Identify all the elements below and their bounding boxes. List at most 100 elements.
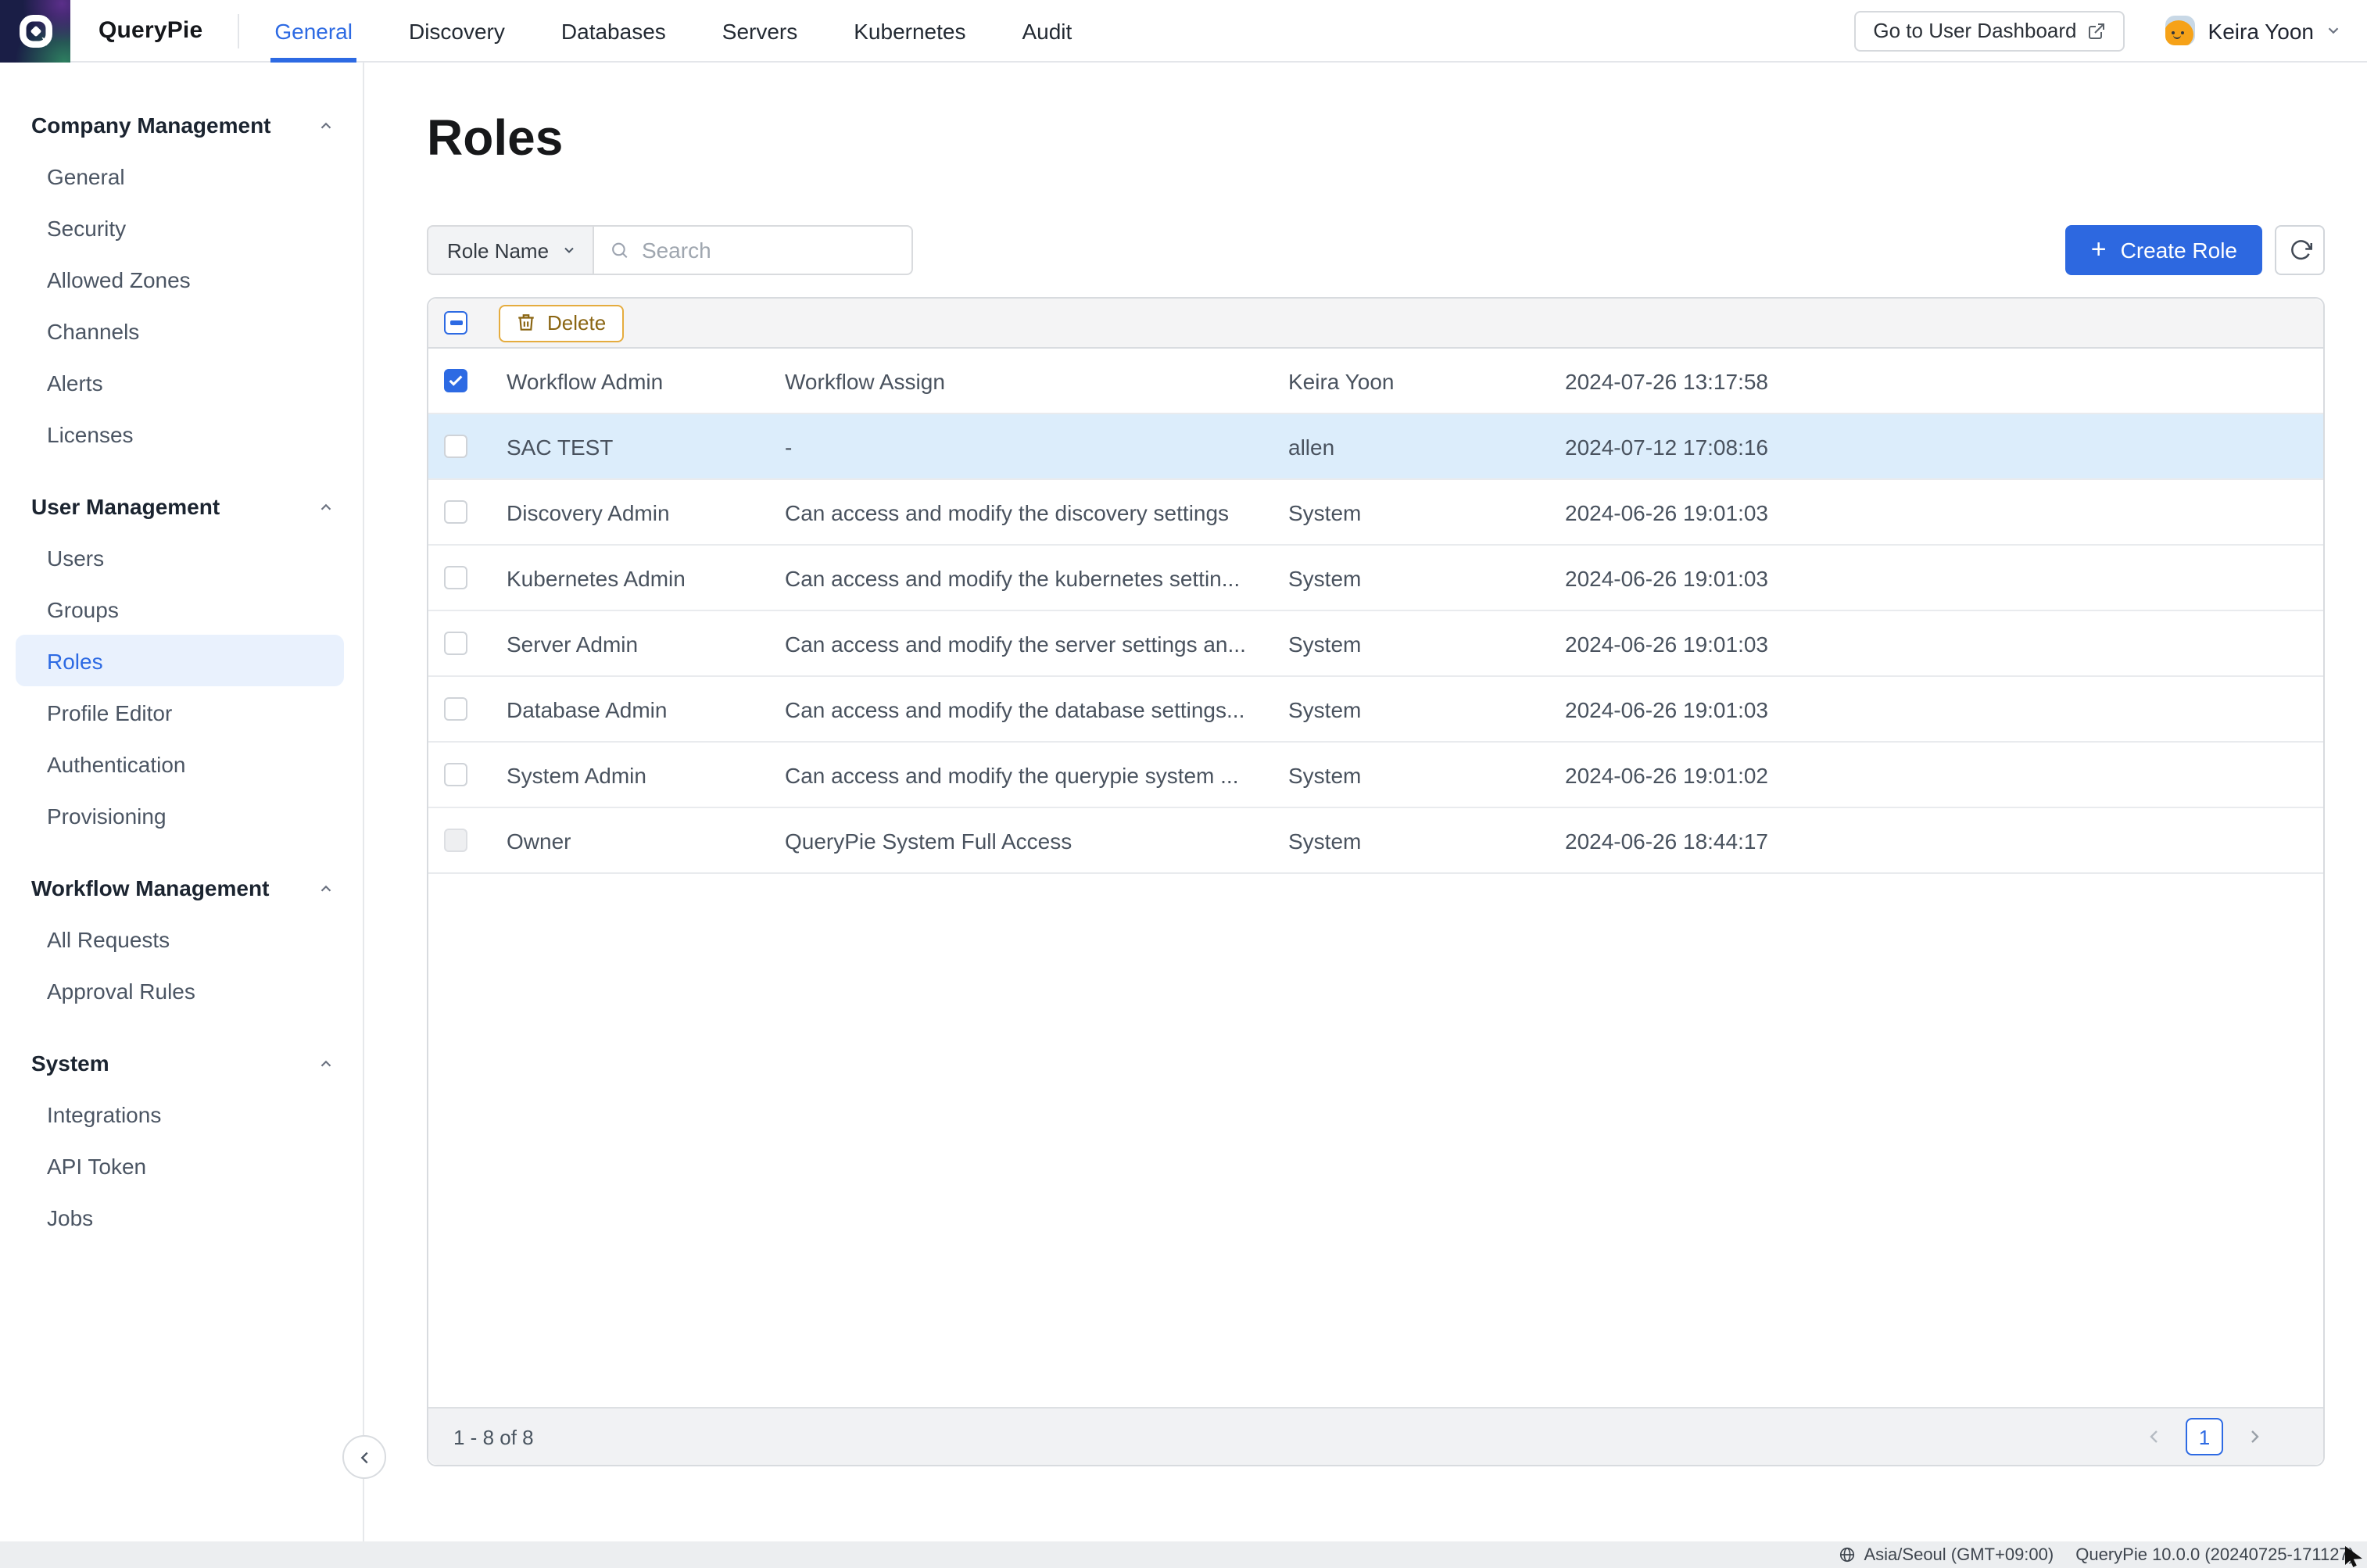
sidebar-item-groups[interactable]: Groups bbox=[0, 583, 363, 635]
select-all-checkbox[interactable] bbox=[444, 311, 467, 335]
go-to-user-dashboard-label: Go to User Dashboard bbox=[1873, 19, 2076, 42]
table-row[interactable]: OwnerQueryPie System Full AccessSystem20… bbox=[428, 808, 2323, 874]
tab-databases[interactable]: Databases bbox=[560, 0, 668, 62]
row-checkbox[interactable] bbox=[444, 697, 467, 721]
table-row[interactable]: Database AdminCan access and modify the … bbox=[428, 677, 2323, 743]
table-row[interactable]: SAC TEST-allen2024-07-12 17:08:16 bbox=[428, 414, 2323, 480]
sidebar-item-users[interactable]: Users bbox=[0, 532, 363, 583]
sidebar-section-title: Workflow Management bbox=[31, 875, 269, 900]
delete-button[interactable]: Delete bbox=[499, 304, 623, 342]
top-navigation: QueryPie General Discovery Databases Server… bbox=[0, 0, 2367, 63]
chevron-down-icon bbox=[561, 242, 577, 258]
sidebar: Company ManagementGeneralSecurityAllowed… bbox=[0, 63, 364, 1541]
sidebar-item-general[interactable]: General bbox=[0, 150, 363, 202]
search-input[interactable] bbox=[642, 238, 896, 263]
querypie-logo[interactable] bbox=[0, 0, 70, 62]
next-page-button[interactable] bbox=[2245, 1427, 2264, 1446]
row-checkbox-cell bbox=[428, 435, 507, 458]
sidebar-item-allowed-zones[interactable]: Allowed Zones bbox=[0, 253, 363, 305]
sidebar-section: Workflow Management All RequestsApproval … bbox=[0, 863, 363, 1016]
go-to-user-dashboard-button[interactable]: Go to User Dashboard bbox=[1854, 10, 2125, 51]
row-checkbox-cell bbox=[428, 566, 507, 589]
table-row[interactable]: Server AdminCan access and modify the se… bbox=[428, 611, 2323, 677]
sidebar-item-api-token[interactable]: API Token bbox=[0, 1140, 363, 1191]
product-tabs: General Discovery Databases Servers Kubernet… bbox=[273, 0, 1126, 62]
role-name: Owner bbox=[507, 828, 785, 853]
sidebar-item-provisioning[interactable]: Provisioning bbox=[0, 789, 363, 841]
sidebar-item-licenses[interactable]: Licenses bbox=[0, 408, 363, 460]
page-footer: Asia/Seoul (GMT+09:00) QueryPie 10.0.0 (… bbox=[0, 1541, 2367, 1568]
table-row[interactable]: Kubernetes AdminCan access and modify th… bbox=[428, 546, 2323, 611]
role-updated-at: 2024-06-26 18:44:17 bbox=[1565, 828, 2323, 853]
role-owner: System bbox=[1288, 828, 1565, 853]
chevron-down-icon bbox=[2325, 22, 2342, 39]
previous-page-button[interactable] bbox=[2145, 1427, 2164, 1446]
row-checkbox[interactable] bbox=[444, 500, 467, 524]
user-name: Keira Yoon bbox=[2208, 18, 2314, 43]
sidebar-section-header-user-management[interactable]: User Management bbox=[0, 481, 363, 532]
role-description: Can access and modify the discovery sett… bbox=[785, 499, 1288, 524]
row-checkbox-cell bbox=[428, 500, 507, 524]
sidebar-item-roles[interactable]: Roles bbox=[16, 635, 344, 686]
row-checkbox[interactable] bbox=[444, 763, 467, 786]
sidebar-section: System IntegrationsAPI TokenJobs bbox=[0, 1038, 363, 1243]
sidebar-item-profile-editor[interactable]: Profile Editor bbox=[0, 686, 363, 738]
avatar bbox=[2166, 16, 2196, 45]
role-description: Can access and modify the database setti… bbox=[785, 696, 1288, 721]
tab-servers[interactable]: Servers bbox=[721, 0, 799, 62]
search-field-selector-label: Role Name bbox=[447, 238, 549, 262]
tab-audit[interactable]: Audit bbox=[1020, 0, 1073, 62]
role-updated-at: 2024-06-26 19:01:03 bbox=[1565, 499, 2323, 524]
create-role-button[interactable]: + Create Role bbox=[2066, 225, 2262, 275]
sidebar-section-header-workflow-management[interactable]: Workflow Management bbox=[0, 863, 363, 913]
role-name: Discovery Admin bbox=[507, 499, 785, 524]
sidebar-section-title: System bbox=[31, 1051, 109, 1076]
sidebar-item-security[interactable]: Security bbox=[0, 202, 363, 253]
sidebar-section-header-system[interactable]: System bbox=[0, 1038, 363, 1088]
delete-label: Delete bbox=[547, 311, 606, 335]
sidebar-item-all-requests[interactable]: All Requests bbox=[0, 913, 363, 965]
role-owner: System bbox=[1288, 565, 1565, 590]
table-row[interactable]: Discovery AdminCan access and modify the… bbox=[428, 480, 2323, 546]
role-owner: System bbox=[1288, 696, 1565, 721]
chevron-left-icon bbox=[356, 1448, 373, 1466]
row-checkbox-cell bbox=[428, 632, 507, 655]
mouse-cursor bbox=[2345, 1546, 2364, 1568]
role-description: Can access and modify the kubernetes set… bbox=[785, 565, 1288, 590]
sidebar-item-channels[interactable]: Channels bbox=[0, 305, 363, 356]
sidebar-item-authentication[interactable]: Authentication bbox=[0, 738, 363, 789]
row-checkbox[interactable] bbox=[444, 566, 467, 589]
plus-icon: + bbox=[2091, 236, 2107, 263]
tab-general[interactable]: General bbox=[273, 0, 354, 62]
sidebar-item-integrations[interactable]: Integrations bbox=[0, 1088, 363, 1140]
role-owner: Keira Yoon bbox=[1288, 368, 1565, 393]
row-checkbox[interactable] bbox=[444, 632, 467, 655]
sidebar-section-header-company-management[interactable]: Company Management bbox=[0, 100, 363, 150]
sidebar-item-jobs[interactable]: Jobs bbox=[0, 1191, 363, 1243]
role-owner: System bbox=[1288, 762, 1565, 787]
table-row[interactable]: System AdminCan access and modify the qu… bbox=[428, 743, 2323, 808]
brand-name: QueryPie bbox=[98, 17, 202, 44]
role-updated-at: 2024-06-26 19:01:02 bbox=[1565, 762, 2323, 787]
refresh-button[interactable] bbox=[2275, 225, 2325, 275]
timezone: Asia/Seoul (GMT+09:00) bbox=[1839, 1545, 2054, 1564]
user-menu[interactable]: Keira Yoon bbox=[2166, 16, 2342, 45]
sidebar-item-approval-rules[interactable]: Approval Rules bbox=[0, 965, 363, 1016]
search-icon bbox=[610, 239, 629, 261]
version-label: QueryPie 10.0.0 (20240725-171127) bbox=[2075, 1545, 2354, 1564]
search-field-selector[interactable]: Role Name bbox=[427, 225, 594, 275]
page-number-button[interactable]: 1 bbox=[2186, 1418, 2223, 1455]
sidebar-collapse-button[interactable] bbox=[342, 1435, 386, 1479]
sidebar-item-alerts[interactable]: Alerts bbox=[0, 356, 363, 408]
table-row[interactable]: Workflow AdminWorkflow AssignKeira Yoon2… bbox=[428, 349, 2323, 414]
tab-discovery[interactable]: Discovery bbox=[407, 0, 507, 62]
role-updated-at: 2024-06-26 19:01:03 bbox=[1565, 631, 2323, 656]
chevron-up-icon bbox=[317, 1054, 335, 1072]
row-checkbox[interactable] bbox=[444, 369, 467, 392]
check-icon bbox=[447, 372, 464, 389]
sidebar-section: User ManagementUsersGroupsRolesProfile E… bbox=[0, 481, 363, 841]
row-checkbox[interactable] bbox=[444, 435, 467, 458]
tab-kubernetes[interactable]: Kubernetes bbox=[852, 0, 967, 62]
role-description: QueryPie System Full Access bbox=[785, 828, 1288, 853]
role-name: Kubernetes Admin bbox=[507, 565, 785, 590]
